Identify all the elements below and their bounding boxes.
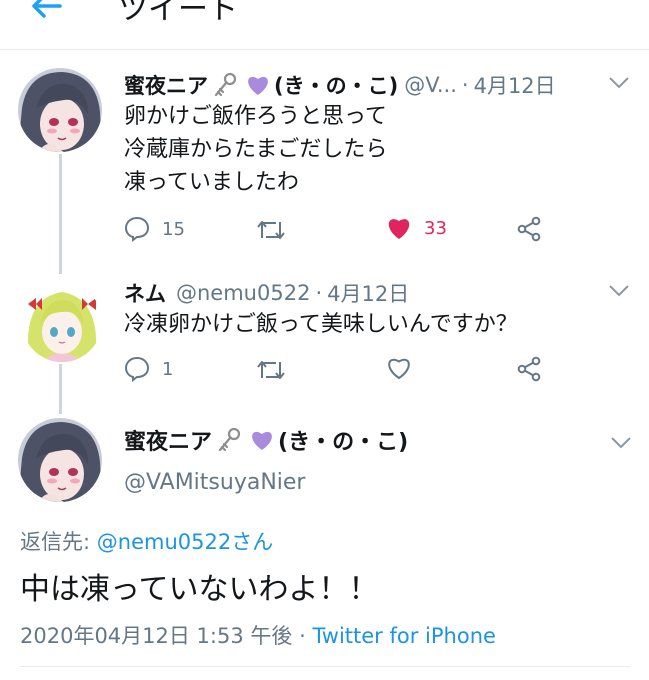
chevron-down-icon[interactable] xyxy=(608,76,630,90)
like-button[interactable] xyxy=(386,356,412,380)
avatar[interactable] xyxy=(22,282,102,362)
display-name-suffix: (き・の・こ) xyxy=(274,74,399,98)
reply-count: 15 xyxy=(162,218,185,240)
top-bar: ツイート xyxy=(0,0,649,50)
tweet-text: 冷凍卵かけご飯って美味しいんですか？ xyxy=(124,308,518,341)
thread-line xyxy=(59,154,62,274)
retweet-button[interactable] xyxy=(256,218,286,242)
chevron-down-icon[interactable] xyxy=(610,436,632,450)
like-button[interactable]: 33 xyxy=(386,216,447,240)
purple-heart-emoji-icon xyxy=(250,429,274,451)
tweet-text-line: 卵かけご飯作ろうと思って xyxy=(124,104,387,129)
display-name-suffix: (き・の・こ) xyxy=(278,430,409,455)
reply-icon xyxy=(124,356,150,382)
handle[interactable]: @nemu0522 xyxy=(176,281,310,305)
tweet-date[interactable]: 4月12日 xyxy=(474,70,556,100)
handle[interactable]: @VAMitsuyaNier xyxy=(124,470,305,495)
reply-to-link[interactable]: @nemu0522さん xyxy=(97,530,273,554)
tweet-text-line: 冷蔵庫からたまごだしたら xyxy=(124,137,388,162)
share-button[interactable] xyxy=(516,356,542,382)
divider xyxy=(20,666,630,667)
tweet-header: 蜜夜ニア (き・の・こ) @V... · 4月12日 xyxy=(124,70,556,100)
reply-context: 返信先: @nemu0522さん xyxy=(20,526,273,556)
page-title: ツイート xyxy=(118,0,238,27)
display-name[interactable]: 蜜夜ニア xyxy=(124,70,208,100)
reply-icon xyxy=(124,216,150,242)
separator-dot: · xyxy=(461,73,469,97)
key-emoji-icon xyxy=(216,427,242,453)
meta-separator: · xyxy=(292,624,313,648)
reply-button[interactable]: 1 xyxy=(124,356,173,382)
tweet-text-line: 凍っていましたわ xyxy=(124,170,299,195)
display-name[interactable]: 蜜夜ニア xyxy=(124,424,212,456)
reply-prefix: 返信先: xyxy=(20,530,97,554)
main-tweet-author: 蜜夜ニア (き・の・こ) xyxy=(124,424,408,456)
separator-dot: · xyxy=(315,281,323,305)
tweet-text: 卵かけご飯作ろうと思って 冷蔵庫からたまごだしたら 凍っていましたわ xyxy=(124,100,387,199)
tweet-header: ネム @nemu0522 · 4月12日 xyxy=(124,278,409,308)
timestamp[interactable]: 2020年04月12日 1:53 午後 xyxy=(20,624,292,648)
main-tweet-text: 中は凍っていないわよ！！ xyxy=(20,572,379,607)
share-icon xyxy=(517,216,541,242)
thread-line xyxy=(59,364,62,414)
like-count: 33 xyxy=(424,217,447,239)
avatar[interactable] xyxy=(18,68,102,152)
back-arrow-icon[interactable] xyxy=(26,0,66,26)
retweet-icon xyxy=(257,361,285,379)
share-button[interactable] xyxy=(516,216,542,242)
purple-heart-emoji-icon xyxy=(246,74,270,96)
reply-count: 1 xyxy=(162,358,174,380)
retweet-icon xyxy=(257,221,285,239)
avatar[interactable] xyxy=(18,418,102,502)
source-link[interactable]: Twitter for iPhone xyxy=(312,624,496,648)
display-name[interactable]: ネム xyxy=(124,278,166,308)
like-icon xyxy=(388,358,410,380)
like-icon xyxy=(388,219,410,239)
tweet-text-line: 冷凍卵かけご飯って美味しいんですか？ xyxy=(124,312,518,337)
chevron-down-icon[interactable] xyxy=(608,284,630,298)
tweet-meta: 2020年04月12日 1:53 午後 · Twitter for iPhone xyxy=(20,620,496,650)
tweet-date[interactable]: 4月12日 xyxy=(327,278,409,308)
retweet-button[interactable] xyxy=(256,358,286,382)
share-icon xyxy=(517,356,541,382)
handle[interactable]: @V... xyxy=(404,73,457,97)
reply-button[interactable]: 15 xyxy=(124,216,185,242)
key-emoji-icon xyxy=(212,72,238,98)
